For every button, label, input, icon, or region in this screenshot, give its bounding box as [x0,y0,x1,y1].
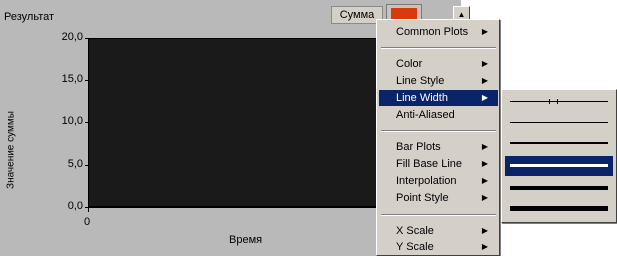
submenu-arrow-icon: ▶ [481,59,488,68]
menu-item-label: X Scale [396,225,434,237]
menu-item-bar-plots[interactable]: Bar Plots ▶ [379,139,498,155]
line-width-option-5[interactable] [505,201,613,218]
menu-separator [381,130,496,132]
submenu-arrow-icon: ▶ [481,176,488,185]
line-width-option-4[interactable] [505,180,613,197]
line-width-sample [510,164,608,167]
menu-item-label: Y Scale [396,241,434,253]
menu-item-label: Bar Plots [396,141,441,153]
line-width-option-1[interactable] [505,114,613,131]
submenu-arrow-icon: ▶ [481,193,488,202]
submenu-arrow-icon: ▶ [481,93,488,102]
menu-separator [381,47,496,49]
menu-item-point-style[interactable]: Point Style ▶ [379,190,498,206]
line-width-submenu [501,89,617,223]
y-tick-label: 10,0 [61,115,83,127]
menu-item-line-style[interactable]: Line Style ▶ [379,73,498,89]
menu-item-label: Fill Base Line [396,158,463,170]
menu-item-common-plots[interactable]: Common Plots ▶ [379,24,498,40]
menu-item-anti-aliased[interactable]: Anti-Aliased [379,107,498,123]
menu-item-label: Common Plots [396,26,469,38]
menu-separator [381,214,496,216]
menu-item-label: Point Style [396,192,449,204]
line-width-sample [510,206,608,211]
plot-context-menu: Common Plots ▶ Color ▶ Line Style ▶ Line… [376,19,500,256]
menu-item-label: Interpolation [396,175,457,187]
line-width-option-hairline[interactable] [505,93,613,110]
menu-item-label: Anti-Aliased [396,109,455,121]
menu-item-y-scale[interactable]: Y Scale ▶ [379,239,498,255]
menu-item-label: Line Style [396,75,445,87]
submenu-arrow-icon: ▶ [481,76,488,85]
submenu-arrow-icon: ▶ [481,242,488,251]
plot-area[interactable] [88,38,378,207]
line-width-sample [510,142,608,144]
dash-mark [549,99,550,104]
submenu-arrow-icon: ▶ [481,27,488,36]
menu-item-fill-base-line[interactable]: Fill Base Line ▶ [379,156,498,172]
x-axis-line [88,207,378,208]
submenu-arrow-icon: ▶ [481,142,488,151]
x-axis-label: Время [229,234,263,246]
chart-title: Результат [4,11,55,23]
menu-item-label: Color [396,58,423,70]
line-width-sample [510,122,608,123]
submenu-arrow-icon: ▶ [481,159,488,168]
submenu-arrow-icon: ▶ [481,226,488,235]
line-width-option-2[interactable] [505,135,613,152]
y-tick-label: 15,0 [61,73,83,85]
line-width-sample [510,101,608,102]
y-tick-label: 5,0 [67,158,83,170]
y-tick-label: 20,0 [61,31,83,43]
x-tick-label: 0 [84,216,91,228]
menu-item-interpolation[interactable]: Interpolation ▶ [379,173,498,189]
y-tick-label: 0,0 [67,200,83,212]
line-width-option-3[interactable] [505,156,613,176]
menu-item-line-width[interactable]: Line Width ▶ [379,90,498,106]
menu-item-x-scale[interactable]: X Scale ▶ [379,223,498,239]
line-width-sample [510,186,608,190]
menu-item-color[interactable]: Color ▶ [379,56,498,72]
menu-item-label: Line Width [396,92,448,104]
x-tick-mark [88,207,89,212]
y-axis-label: Значение суммы [5,111,17,189]
dash-mark [557,99,558,104]
